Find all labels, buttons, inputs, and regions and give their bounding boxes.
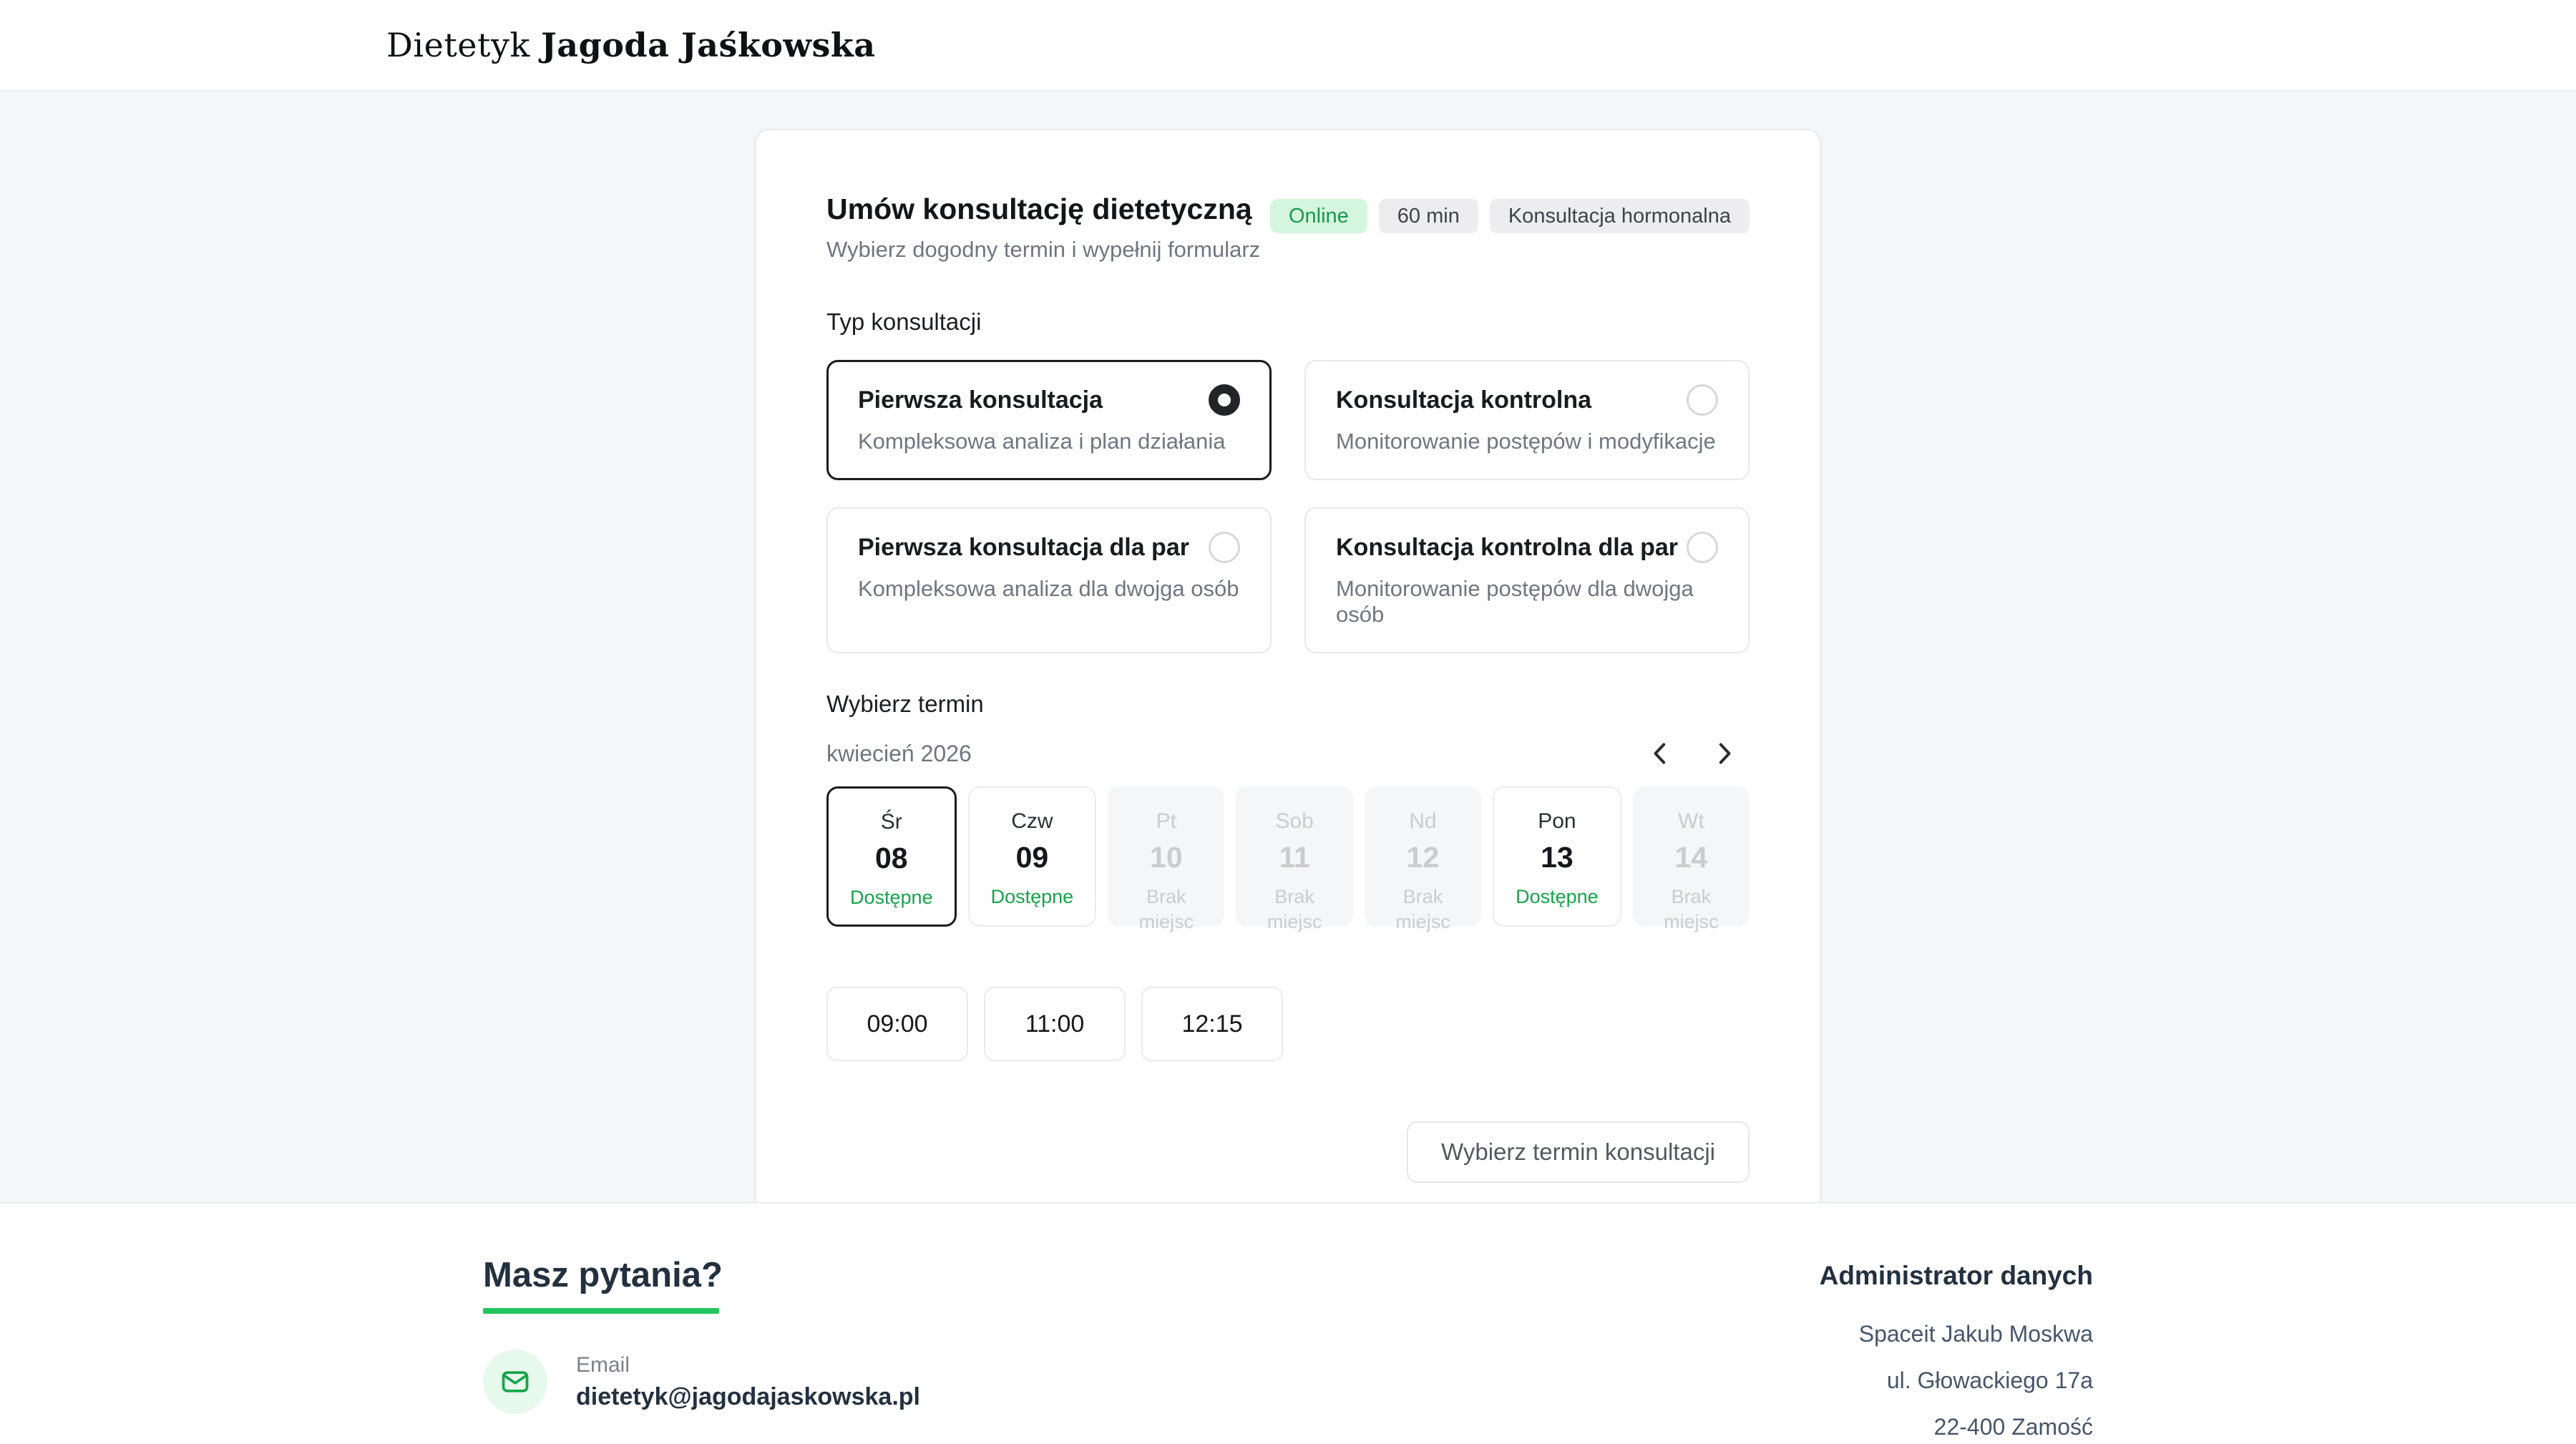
day-number: 13 — [1503, 841, 1611, 874]
type-option-followup-consultation[interactable]: Konsultacja kontrolna Monitorowanie post… — [1304, 360, 1750, 480]
date-section-label: Wybierz termin — [826, 691, 1750, 718]
day-status: Brak miejsc — [1375, 884, 1471, 935]
main-content: Umów konsultację dietetyczną Wybierz dog… — [0, 129, 2576, 1224]
contact-email-value[interactable]: dietetyk@jagodajaskowska.pl — [576, 1383, 920, 1411]
type-option-followup-consultation-couples[interactable]: Konsultacja kontrolna dla par Monitorowa… — [1304, 507, 1750, 653]
site-header: Dietetyk Jagoda Jaśkowska — [0, 0, 2576, 92]
badge-duration: 60 min — [1379, 199, 1478, 233]
day-number: 09 — [978, 841, 1087, 874]
booking-title-block: Umów konsultację dietetyczną Wybierz dog… — [826, 193, 1260, 263]
day-weekday: Wt — [1643, 809, 1740, 834]
radio-unselected-icon[interactable] — [1687, 532, 1718, 563]
day-card-13[interactable]: Pon 13 Dostępne — [1493, 786, 1621, 927]
time-slot-1100[interactable]: 11:00 — [984, 987, 1126, 1061]
heading-underline-divider — [483, 1308, 719, 1314]
day-number: 12 — [1375, 841, 1471, 874]
prev-month-button[interactable] — [1645, 738, 1677, 769]
badge-online: Online — [1270, 199, 1367, 233]
brand-logo[interactable]: Dietetyk Jagoda Jaśkowska — [386, 26, 2190, 64]
day-card-11: Sob 11 Brak miejsc — [1236, 786, 1352, 927]
type-option-title: Pierwsza konsultacja — [858, 386, 1103, 414]
brand-name: Jagoda Jaśkowska — [541, 26, 876, 64]
submit-row: Wybierz termin konsultacji — [826, 1121, 1750, 1183]
month-label: kwiecień 2026 — [826, 741, 972, 767]
day-card-10: Pt 10 Brak miejsc — [1108, 786, 1224, 927]
admin-heading: Administrator danych — [1820, 1261, 2093, 1291]
day-number: 14 — [1643, 841, 1740, 874]
day-number: 11 — [1246, 841, 1342, 874]
page-subtitle: Wybierz dogodny termin i wypełnij formul… — [826, 237, 1260, 263]
radio-unselected-icon[interactable] — [1209, 532, 1240, 563]
chevron-left-icon — [1646, 739, 1675, 768]
day-card-09[interactable]: Czw 09 Dostępne — [968, 786, 1097, 927]
badge-category: Konsultacja hormonalna — [1490, 199, 1750, 233]
questions-heading: Masz pytania? — [483, 1255, 920, 1295]
type-section-label: Typ konsultacji — [826, 308, 1750, 336]
contact-label: Email — [576, 1353, 920, 1377]
contact-email-row: Email dietetyk@jagodajaskowska.pl — [483, 1350, 920, 1414]
day-weekday: Pt — [1118, 809, 1214, 834]
day-status: Dostępne — [837, 885, 946, 910]
type-option-description: Monitorowanie postępów i modyfikacje — [1336, 429, 1718, 454]
day-number: 08 — [837, 841, 946, 875]
day-card-08[interactable]: Śr 08 Dostępne — [826, 786, 957, 927]
footer-admin-column: Administrator danych Spaceit Jakub Moskw… — [1820, 1255, 2093, 1444]
mail-icon — [483, 1350, 547, 1414]
day-weekday: Sob — [1246, 809, 1342, 834]
chevron-right-icon — [1709, 739, 1738, 768]
footer-questions-column: Masz pytania? Email dietetyk@jagodajasko… — [483, 1255, 920, 1444]
type-option-header: Konsultacja kontrolna dla par — [1336, 532, 1718, 563]
header-container: Dietetyk Jagoda Jaśkowska — [386, 26, 2190, 64]
contact-email-text: Email dietetyk@jagodajaskowska.pl — [576, 1353, 920, 1411]
consultation-type-grid: Pierwsza konsultacja Kompleksowa analiza… — [826, 360, 1750, 653]
contact-list: Email dietetyk@jagodajaskowska.pl Telefo… — [483, 1350, 920, 1444]
site-footer: Masz pytania? Email dietetyk@jagodajasko… — [0, 1202, 2576, 1444]
brand-prefix: Dietetyk — [386, 26, 530, 64]
day-status: Brak miejsc — [1118, 884, 1214, 935]
booking-card: Umów konsultację dietetyczną Wybierz dog… — [755, 129, 1821, 1224]
type-option-first-consultation[interactable]: Pierwsza konsultacja Kompleksowa analiza… — [826, 360, 1272, 480]
booking-card-header: Umów konsultację dietetyczną Wybierz dog… — [826, 193, 1750, 263]
type-option-description: Kompleksowa analiza i plan działania — [858, 429, 1240, 454]
badge-group: Online 60 min Konsultacja hormonalna — [1270, 199, 1750, 233]
type-option-first-consultation-couples[interactable]: Pierwsza konsultacja dla par Kompleksowa… — [826, 507, 1272, 653]
day-card-12: Nd 12 Brak miejsc — [1365, 786, 1481, 927]
day-status: Dostępne — [978, 884, 1087, 909]
time-slot-list: 09:00 11:00 12:15 — [826, 987, 1750, 1061]
day-weekday: Czw — [978, 809, 1087, 834]
time-slot-0900[interactable]: 09:00 — [826, 987, 968, 1061]
type-option-header: Pierwsza konsultacja — [858, 384, 1240, 416]
radio-unselected-icon[interactable] — [1687, 384, 1718, 416]
admin-street-line: ul. Głowackiego 17a — [1820, 1367, 2093, 1394]
radio-selected-icon[interactable] — [1209, 384, 1240, 416]
type-option-description: Kompleksowa analiza dla dwojga osób — [858, 576, 1240, 602]
day-carousel: Śr 08 Dostępne Czw 09 Dostępne Pt 10 Bra… — [826, 786, 1750, 927]
day-weekday: Pon — [1503, 809, 1611, 834]
admin-city-line: 22-400 Zamość — [1820, 1414, 2093, 1440]
month-navigation: kwiecień 2026 — [826, 738, 1750, 769]
admin-company-line: Spaceit Jakub Moskwa — [1820, 1321, 2093, 1347]
time-slot-1215[interactable]: 12:15 — [1141, 987, 1283, 1061]
month-nav-arrows — [1645, 738, 1750, 769]
day-status: Dostępne — [1503, 884, 1611, 909]
day-weekday: Śr — [837, 810, 946, 834]
type-option-header: Konsultacja kontrolna — [1336, 384, 1718, 416]
type-option-title: Pierwsza konsultacja dla par — [858, 534, 1189, 562]
day-number: 10 — [1118, 841, 1214, 874]
day-status: Brak miejsc — [1643, 884, 1740, 935]
footer-container: Masz pytania? Email dietetyk@jagodajasko… — [483, 1204, 2093, 1444]
day-weekday: Nd — [1375, 809, 1471, 834]
choose-date-button[interactable]: Wybierz termin konsultacji — [1407, 1121, 1750, 1183]
day-card-14: Wt 14 Brak miejsc — [1633, 786, 1750, 927]
page-title: Umów konsultację dietetyczną — [826, 193, 1260, 225]
type-option-title: Konsultacja kontrolna — [1336, 386, 1591, 414]
type-option-title: Konsultacja kontrolna dla par — [1336, 534, 1678, 562]
type-option-header: Pierwsza konsultacja dla par — [858, 532, 1240, 563]
day-status: Brak miejsc — [1246, 884, 1342, 935]
type-option-description: Monitorowanie postępów dla dwojga osób — [1336, 576, 1718, 628]
next-month-button[interactable] — [1708, 738, 1740, 769]
